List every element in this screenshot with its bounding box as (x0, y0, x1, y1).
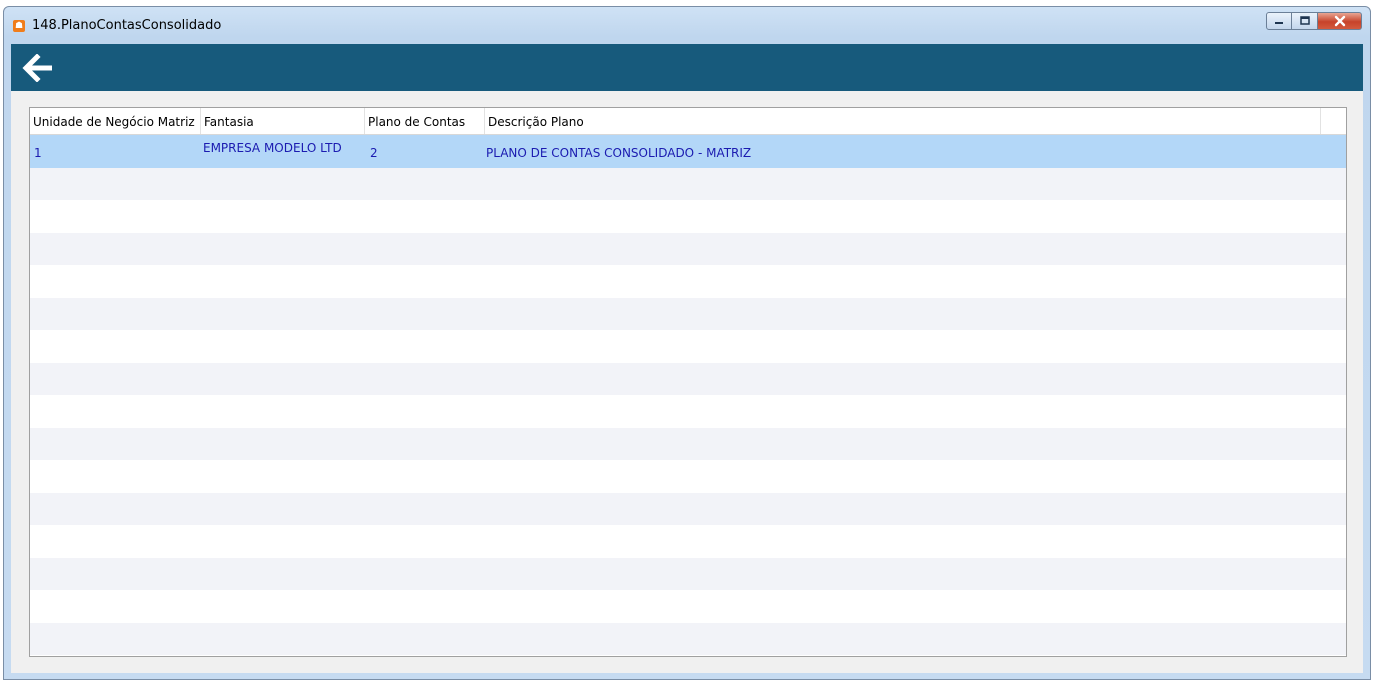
empty-row[interactable] (30, 265, 1346, 298)
empty-row[interactable] (30, 525, 1346, 558)
empty-row[interactable] (30, 232, 1346, 265)
empty-row[interactable] (30, 297, 1346, 330)
minimize-icon (1275, 22, 1283, 24)
empty-row[interactable] (30, 362, 1346, 395)
maximize-icon (1299, 16, 1310, 25)
empty-row[interactable] (30, 167, 1346, 200)
table-row[interactable]: 1 EMPRESA MODELO LTD 2 PLANO DE CONTAS C… (30, 135, 1346, 168)
column-header-unidade[interactable]: Unidade de Negócio Matriz (30, 108, 201, 134)
toolbar (11, 44, 1363, 91)
empty-row[interactable] (30, 200, 1346, 233)
app-logo-icon: ☗ (13, 20, 25, 32)
window-title: 148.PlanoContasConsolidado (32, 18, 222, 33)
data-grid: Unidade de Negócio Matriz Fantasia Plano… (29, 107, 1347, 657)
empty-row[interactable] (30, 395, 1346, 428)
arrow-left-icon (22, 54, 52, 82)
column-header-descricao[interactable]: Descrição Plano (485, 108, 1321, 134)
close-icon (1334, 15, 1345, 27)
back-button[interactable] (21, 53, 55, 83)
maximize-button[interactable] (1292, 12, 1318, 30)
application-window: ☗ 148.PlanoContasConsolidado Unidade de … (3, 6, 1371, 680)
column-header-plano[interactable]: Plano de Contas (365, 108, 485, 134)
window-controls (1266, 12, 1362, 32)
empty-row[interactable] (30, 330, 1346, 363)
empty-row[interactable] (30, 590, 1346, 623)
grid-rows: 1 EMPRESA MODELO LTD 2 PLANO DE CONTAS C… (30, 135, 1346, 655)
empty-row[interactable] (30, 460, 1346, 493)
title-bar[interactable]: ☗ 148.PlanoContasConsolidado (4, 7, 1370, 43)
empty-row[interactable] (30, 557, 1346, 590)
empty-row[interactable] (30, 622, 1346, 655)
content-panel: Unidade de Negócio Matriz Fantasia Plano… (11, 91, 1363, 673)
close-button[interactable] (1318, 12, 1362, 30)
column-header-fantasia[interactable]: Fantasia (201, 108, 365, 134)
minimize-button[interactable] (1266, 12, 1292, 30)
grid-header: Unidade de Negócio Matriz Fantasia Plano… (30, 108, 1346, 135)
empty-row[interactable] (30, 492, 1346, 525)
empty-row[interactable] (30, 427, 1346, 460)
